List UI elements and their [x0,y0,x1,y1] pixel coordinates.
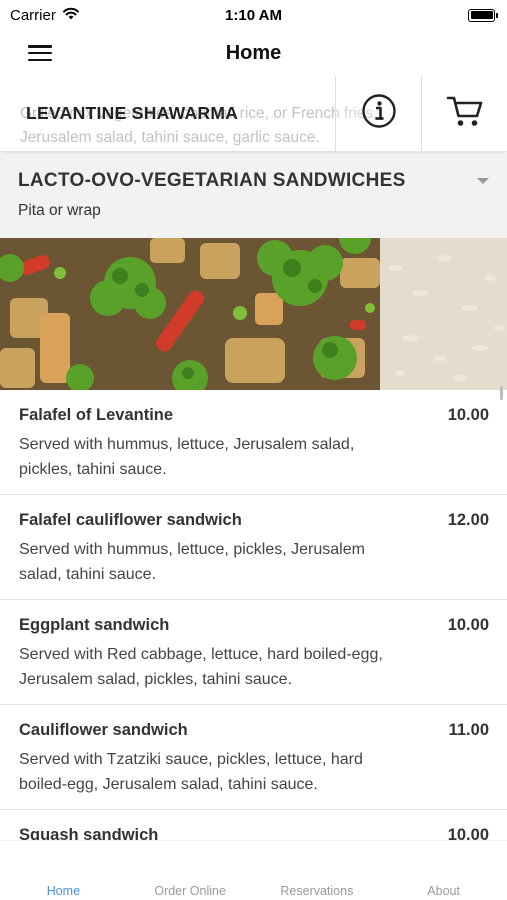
item-name: Cauliflower sandwich [19,721,188,739]
category-title: LACTO-OVO-VEGETARIAN SANDWICHES [18,170,406,191]
item-description: Served with Red cabbage, lettuce, hard b… [19,646,383,688]
category-food-image [0,238,507,390]
tab-reservations[interactable]: Reservations [254,841,381,900]
tab-order-online[interactable]: Order Online [127,841,254,900]
cart-button[interactable] [421,76,507,152]
menu-item[interactable]: Falafel of Levantine 10.00 Served with h… [0,390,507,495]
navigation-bar: Home [0,30,507,76]
restaurant-bar: LEVANTINE SHAWARMA [0,76,507,152]
item-price: 11.00 [448,721,489,739]
info-icon [361,93,397,134]
category-header[interactable]: LACTO-OVO-VEGETARIAN SANDWICHES Pita or … [0,154,507,238]
scrollbar[interactable] [500,386,503,400]
tab-label: Home [46,884,81,898]
tab-home[interactable]: Home [0,841,127,900]
menu-item[interactable]: Squash sandwich 10.00 [0,810,507,840]
tab-label: Reservations [280,884,354,898]
item-price: 10.00 [447,826,489,840]
status-bar: Carrier 1:10 AM [0,0,507,30]
item-name: Falafel of Levantine [19,406,174,424]
menu-icon[interactable] [28,43,52,63]
menu-item-list: Falafel of Levantine 10.00 Served with h… [0,390,507,840]
cart-icon [446,94,484,133]
menu-item[interactable]: Falafel cauliflower sandwich 12.00 Serve… [0,495,507,600]
battery-icon [468,8,498,22]
item-price: 10.00 [447,406,489,424]
item-name: Squash sandwich [19,826,159,840]
page-title: Home [225,41,282,64]
tab-about[interactable]: About [380,841,507,900]
tab-label: Order Online [154,884,226,898]
category-subtitle: Pita or wrap [18,202,101,219]
dropdown-caret-icon[interactable] [477,178,489,184]
info-button[interactable] [335,76,421,152]
menu-content[interactable]: Grilled mix vegetables, basmati rice, or… [0,76,507,840]
item-description: Served with hummus, lettuce, Jerusalem s… [19,436,355,478]
carrier-label: Carrier [10,6,56,24]
item-name: Falafel cauliflower sandwich [19,511,242,529]
menu-item[interactable]: Eggplant sandwich 10.00 Served with Red … [0,600,507,705]
tab-bar: Home Order Online Reservations About [0,840,507,900]
item-description: Served with hummus, lettuce, pickles, Je… [19,541,365,583]
tab-label: About [427,884,460,898]
item-price: 12.00 [447,511,489,529]
item-price: 10.00 [447,616,489,634]
restaurant-name: LEVANTINE SHAWARMA [26,103,239,123]
status-left: Carrier [10,7,80,24]
item-description: Served with Tzatziki sauce, pickles, let… [19,751,363,793]
wifi-icon [62,7,80,24]
item-name: Eggplant sandwich [19,616,170,634]
menu-item[interactable]: Cauliflower sandwich 11.00 Served with T… [0,705,507,810]
